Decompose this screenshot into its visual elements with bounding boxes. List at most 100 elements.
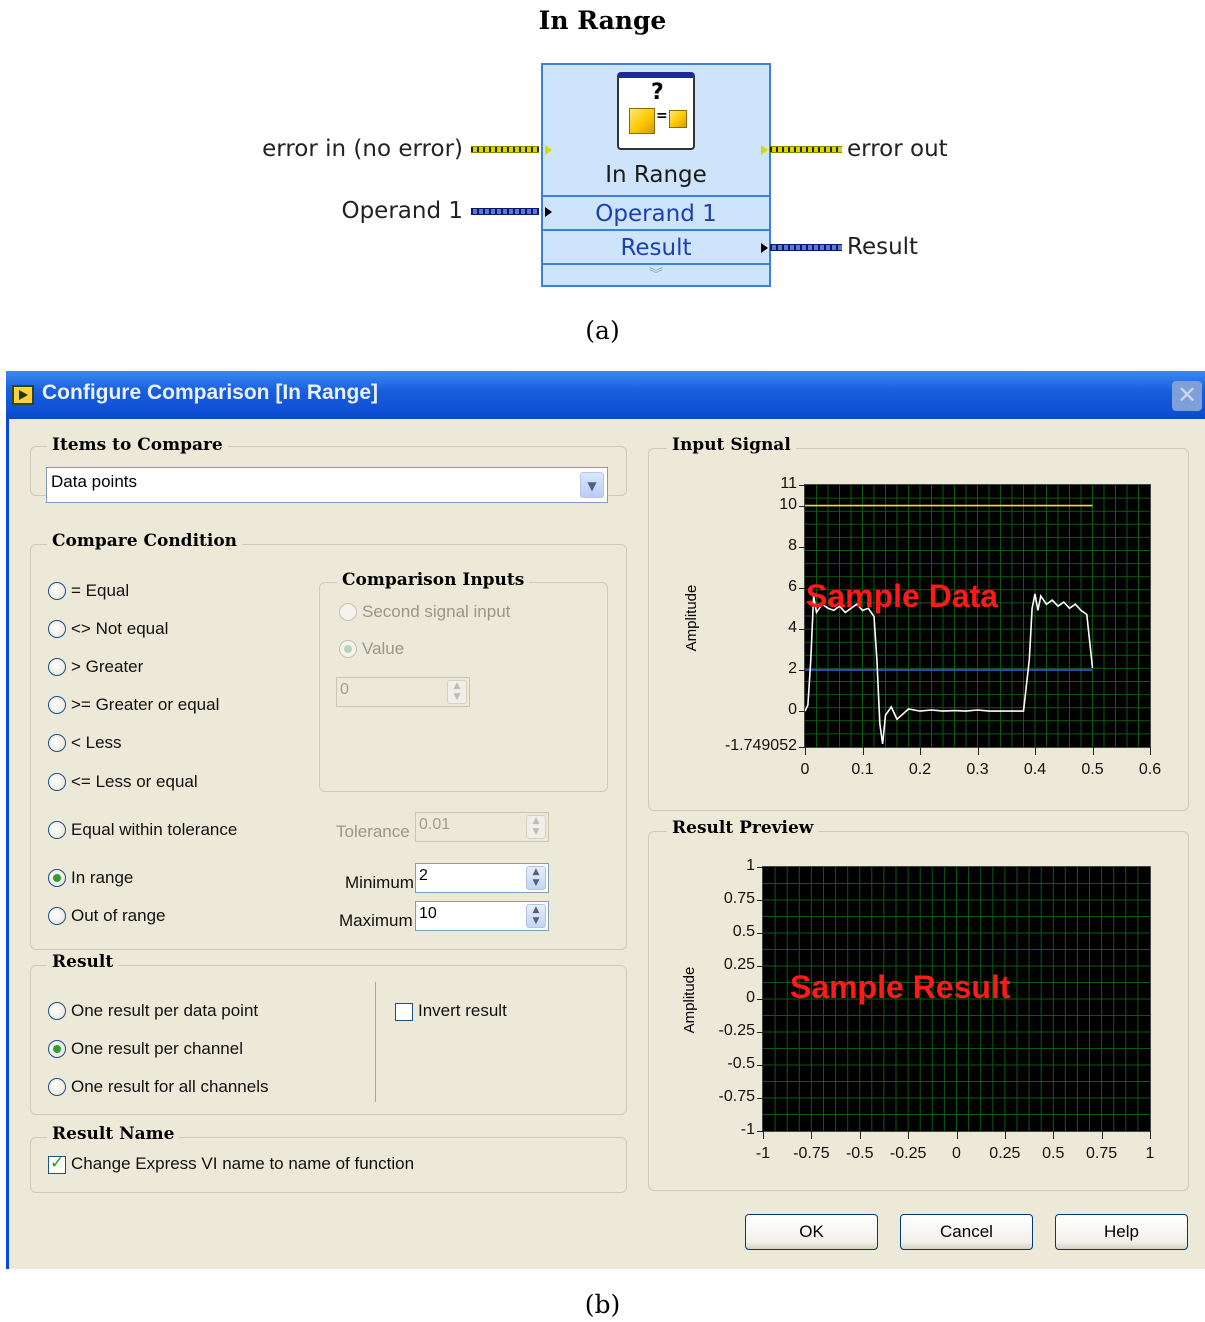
x-tick-mark [859,1131,861,1139]
radio-equal-label: = Equal [71,581,130,600]
spinner-icon[interactable]: ▲ ▼ [526,904,546,928]
minimum-label: Minimum [345,873,414,892]
radio-in-range[interactable] [48,869,66,887]
radio-value[interactable] [339,640,357,658]
radio-less[interactable] [48,734,66,752]
items-to-compare-select[interactable]: Data points [46,467,608,503]
tolerance-input[interactable]: 0.01 ▲ ▼ [415,812,549,842]
x-tick-mark [1004,1131,1006,1139]
x-tick-mark [1035,747,1036,755]
radio-greater-or-equal-label: >= Greater or equal [71,695,220,714]
operand-1-label: Operand 1 [341,198,463,224]
items-to-compare-title: Items to Compare [47,435,228,455]
chevron-down-icon[interactable]: ▼ [580,472,604,498]
x-tick-mark [862,747,864,755]
y-tick-mark [799,711,805,713]
y-tick-mark [799,546,805,548]
result-preview-ylabel: Amplitude [681,966,698,1034]
radio-equal-within-tolerance[interactable] [48,821,66,839]
input-signal-plot[interactable] [804,484,1151,748]
tolerance-label: Tolerance [336,822,410,841]
maximum-value: 10 [419,905,437,922]
expand-chevron-icon[interactable]: ︾ [541,263,771,287]
radio-greater-label: > Greater [71,657,144,676]
minimum-input[interactable]: 2 ▲ ▼ [415,863,549,893]
result-arrow-icon [761,243,768,253]
caption-b: (b) [584,1290,621,1319]
x-tick-mark [977,747,979,755]
y-tick-label: 0 [746,989,755,1006]
y-tick-mark [799,485,805,486]
comparison-value-input[interactable]: 0 ▲ ▼ [336,677,470,707]
x-tick-mark [1053,1131,1055,1139]
radio-less-or-equal[interactable] [48,773,66,791]
y-tick-label: 2 [788,659,797,677]
radio-second-signal-label: Second signal input [362,602,511,621]
invert-result-label: Invert result [418,1001,507,1020]
result-terminal-label: Result [847,234,919,260]
radio-greater[interactable] [48,658,66,676]
radio-less-or-equal-label: <= Less or equal [71,772,198,791]
change-vi-name-checkbox[interactable] [48,1153,66,1174]
spinner-icon[interactable]: ▲ ▼ [526,866,546,890]
close-button[interactable]: ✕ [1172,381,1202,411]
input-signal-plot-svg [805,485,1150,747]
operand-1-wire [471,208,539,215]
spinner-icon[interactable]: ▲ ▼ [447,680,467,704]
sample-result-text: Sample Result [790,969,1011,1005]
y-tick-label: -0.5 [727,1055,755,1072]
x-tick-mark [920,747,921,755]
y-tick-label: 0 [788,701,797,719]
y-tick-label: -0.75 [718,1088,755,1105]
labview-app-icon [12,385,34,405]
dialog-title: Configure Comparison [In Range] [42,381,378,404]
maximum-input[interactable]: 10 ▲ ▼ [415,901,549,931]
radio-one-result-all-channels[interactable] [48,1078,66,1096]
y-tick-mark [757,966,763,967]
comparison-inputs-title: Comparison Inputs [337,570,530,590]
radio-one-result-per-channel[interactable] [48,1040,66,1058]
cube-shape [629,108,655,134]
error-in-wire [471,146,539,153]
x-tick-label: 0.6 [1138,761,1162,778]
result-separator [375,982,376,1102]
help-button[interactable]: Help [1055,1214,1188,1250]
radio-per-channel-label: One result per channel [71,1039,243,1058]
radio-per-data-point-label: One result per data point [71,1001,259,1020]
radio-one-result-per-data-point[interactable] [48,1002,66,1020]
cancel-button[interactable]: Cancel [900,1214,1033,1250]
x-tick-mark [1092,747,1094,755]
y-tick-label: 0.25 [723,956,755,973]
question-mark-glyph: ? [651,80,664,105]
ok-button[interactable]: OK [745,1214,878,1250]
invert-result-checkbox[interactable] [395,1003,413,1021]
y-tick-label: 8 [788,536,797,554]
x-tick-mark [908,1131,910,1139]
radio-greater-or-equal[interactable] [48,696,66,714]
radio-less-label: < Less [71,733,122,752]
y-tick-mark [757,867,763,868]
radio-second-signal-input[interactable] [339,603,357,621]
x-tick-label: 1 [1145,1145,1155,1162]
items-to-compare-value: Data points [51,472,137,491]
y-tick-label: 0.5 [732,923,755,940]
y-tick-label: 4 [788,618,797,636]
radio-in-range-label: In range [71,868,134,887]
error-in-arrow-icon [545,145,552,155]
y-tick-label: 0.75 [723,890,755,907]
radio-all-channels-label: One result for all channels [71,1077,269,1096]
x-tick-label: 0.1 [851,761,874,778]
radio-not-equal[interactable] [48,620,66,638]
error-out-wire [770,146,842,153]
radio-equal[interactable] [48,582,66,600]
cube-shape [669,110,687,128]
x-tick-mark [956,1131,958,1139]
vi-operand-row: Operand 1 [541,195,771,231]
x-tick-mark [1150,1131,1151,1139]
spinner-icon[interactable]: ▲ ▼ [526,815,546,839]
error-out-arrow-icon [761,145,768,155]
radio-equal-within-tolerance-label: Equal within tolerance [71,820,238,839]
radio-out-of-range[interactable] [48,907,66,925]
sample-data-text: Sample Data [806,578,999,614]
y-tick-mark [757,1098,763,1099]
